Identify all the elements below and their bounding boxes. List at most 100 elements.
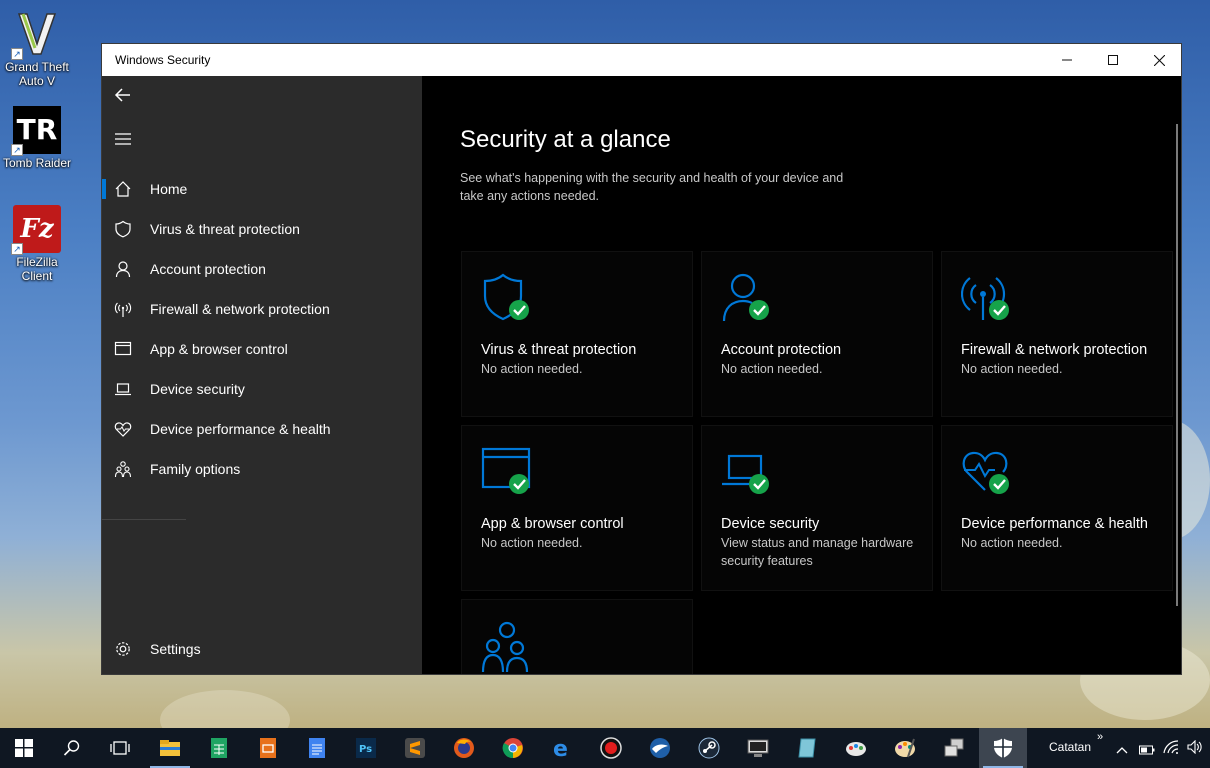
nav-item-device-security[interactable]: Device security — [102, 369, 422, 409]
photoshop-icon: Ps — [356, 738, 376, 758]
taskbar-recorder[interactable] — [587, 728, 635, 768]
card-title: Device security View status and manage ha… — [721, 514, 921, 570]
browser-window-icon — [114, 340, 132, 358]
person-icon — [114, 260, 132, 278]
nav-item-label: Settings — [150, 641, 201, 657]
nav-item-virus-threat[interactable]: Virus & threat protection — [102, 209, 422, 249]
shield-icon — [481, 272, 533, 324]
taskbar: Ps e Catatan » — [0, 728, 1210, 768]
taskbar-docs[interactable] — [293, 728, 341, 768]
desktop-icon-gta[interactable]: ↗ Grand Theft Auto V — [2, 10, 72, 88]
back-button[interactable] — [112, 84, 134, 106]
active-indicator — [102, 179, 106, 199]
hamburger-icon — [115, 133, 131, 145]
start-button[interactable] — [0, 728, 48, 768]
record-icon — [600, 737, 622, 759]
taskbar-sheets[interactable] — [195, 728, 243, 768]
nav-item-account-protection[interactable]: Account protection — [102, 249, 422, 289]
antenna-icon — [114, 300, 132, 318]
taskbar-network-tool[interactable] — [930, 728, 978, 768]
card-device-security[interactable]: Device security View status and manage ha… — [701, 425, 933, 591]
chevron-up-icon[interactable] — [1116, 742, 1128, 760]
computer-monitor-icon — [747, 739, 769, 757]
page-subtitle: See what's happening with the security a… — [460, 171, 844, 203]
card-title-text: App & browser control — [481, 516, 624, 532]
nav-item-label: Device performance & health — [150, 421, 331, 437]
taskbar-edge[interactable]: e — [538, 728, 586, 768]
browser-window-icon — [481, 446, 533, 498]
minimize-icon — [1062, 59, 1072, 61]
close-button[interactable] — [1136, 44, 1181, 76]
card-status: View status and manage hardware security… — [721, 536, 914, 568]
toolbar-chevron-icon[interactable]: » — [1097, 731, 1103, 743]
desktop-icon-filezilla[interactable]: Fz ↗ FileZilla Client — [2, 205, 72, 283]
maximize-button[interactable] — [1090, 44, 1136, 76]
card-title: App & browser control No action needed. — [481, 514, 681, 552]
svg-text:e: e — [553, 737, 568, 759]
network-computers-icon — [944, 738, 964, 757]
nav-item-family-options[interactable]: Family options — [102, 449, 422, 489]
heart-pulse-icon — [961, 446, 1013, 498]
taskbar-terminal[interactable] — [734, 728, 782, 768]
notepad-icon — [798, 738, 816, 758]
card-title: Account protection No action needed. — [721, 340, 921, 378]
tomb-raider-icon: TR ↗ — [11, 106, 61, 156]
minimize-button[interactable] — [1044, 44, 1090, 76]
svg-text:Ps: Ps — [359, 744, 372, 755]
card-title-text: Firewall & network protection — [961, 342, 1148, 358]
shield-icon — [114, 220, 132, 238]
nav-item-settings[interactable]: Settings — [102, 629, 422, 669]
taskbar-thunderbird[interactable] — [636, 728, 684, 768]
card-app-browser[interactable]: App & browser control No action needed. — [461, 425, 693, 591]
taskbar-file-explorer[interactable] — [146, 728, 194, 768]
folder-icon — [160, 740, 180, 756]
tray-toolbar-label[interactable]: Catatan — [1049, 740, 1091, 754]
taskbar-firefox[interactable] — [440, 728, 488, 768]
nav-item-device-performance[interactable]: Device performance & health — [102, 409, 422, 449]
wifi-icon[interactable] — [1163, 740, 1179, 759]
family-icon — [114, 460, 132, 478]
card-device-performance[interactable]: Device performance & health No action nee… — [941, 425, 1173, 591]
taskbar-windows-security[interactable] — [979, 728, 1027, 768]
taskbar-paint[interactable] — [832, 728, 880, 768]
taskbar-paint-3d[interactable] — [881, 728, 929, 768]
thunderbird-icon — [650, 738, 670, 758]
nav-item-app-browser[interactable]: App & browser control — [102, 329, 422, 369]
taskbar-sublime[interactable] — [391, 728, 439, 768]
nav-item-firewall[interactable]: Firewall & network protection — [102, 289, 422, 329]
task-view-button[interactable] — [96, 728, 144, 768]
taskbar-steam[interactable] — [685, 728, 733, 768]
nav-divider — [102, 519, 186, 520]
spreadsheet-icon — [211, 738, 227, 758]
nav-item-home[interactable]: Home — [102, 169, 422, 209]
close-icon — [1153, 54, 1165, 66]
maximize-icon — [1108, 55, 1118, 65]
battery-icon[interactable] — [1139, 742, 1155, 760]
card-family-options[interactable] — [461, 599, 693, 674]
task-view-icon — [110, 741, 130, 755]
taskbar-photoshop[interactable]: Ps — [342, 728, 390, 768]
desktop-icon-label: Tomb Raider — [2, 156, 72, 170]
desktop-icon-tomb-raider[interactable]: TR ↗ Tomb Raider — [2, 106, 72, 170]
card-account-protection[interactable]: Account protection No action needed. — [701, 251, 933, 417]
nav-item-label: Family options — [150, 461, 241, 477]
main-content: Security at a glance See what's happenin… — [422, 76, 1181, 674]
card-title: Device performance & health No action nee… — [961, 514, 1161, 552]
shortcut-arrow-icon: ↗ — [11, 243, 23, 255]
desktop-icon-label: FileZilla Client — [16, 255, 58, 283]
card-firewall[interactable]: Firewall & network protection No action n… — [941, 251, 1173, 417]
search-button[interactable] — [48, 728, 96, 768]
taskbar-notepad[interactable] — [783, 728, 831, 768]
card-virus-threat[interactable]: Virus & threat protection No action neede… — [461, 251, 693, 417]
scrollbar[interactable] — [1176, 124, 1178, 606]
nav-item-label: App & browser control — [150, 341, 288, 357]
nav-item-label: Virus & threat protection — [150, 221, 300, 237]
volume-icon[interactable] — [1187, 739, 1203, 759]
title-bar[interactable]: Windows Security — [102, 44, 1181, 76]
sublime-text-icon — [405, 738, 425, 758]
taskbar-slides[interactable] — [244, 728, 292, 768]
hamburger-menu-button[interactable] — [114, 132, 132, 146]
taskbar-chrome[interactable] — [489, 728, 537, 768]
windows-logo-icon — [15, 739, 33, 757]
shortcut-arrow-icon: ↗ — [11, 144, 23, 156]
